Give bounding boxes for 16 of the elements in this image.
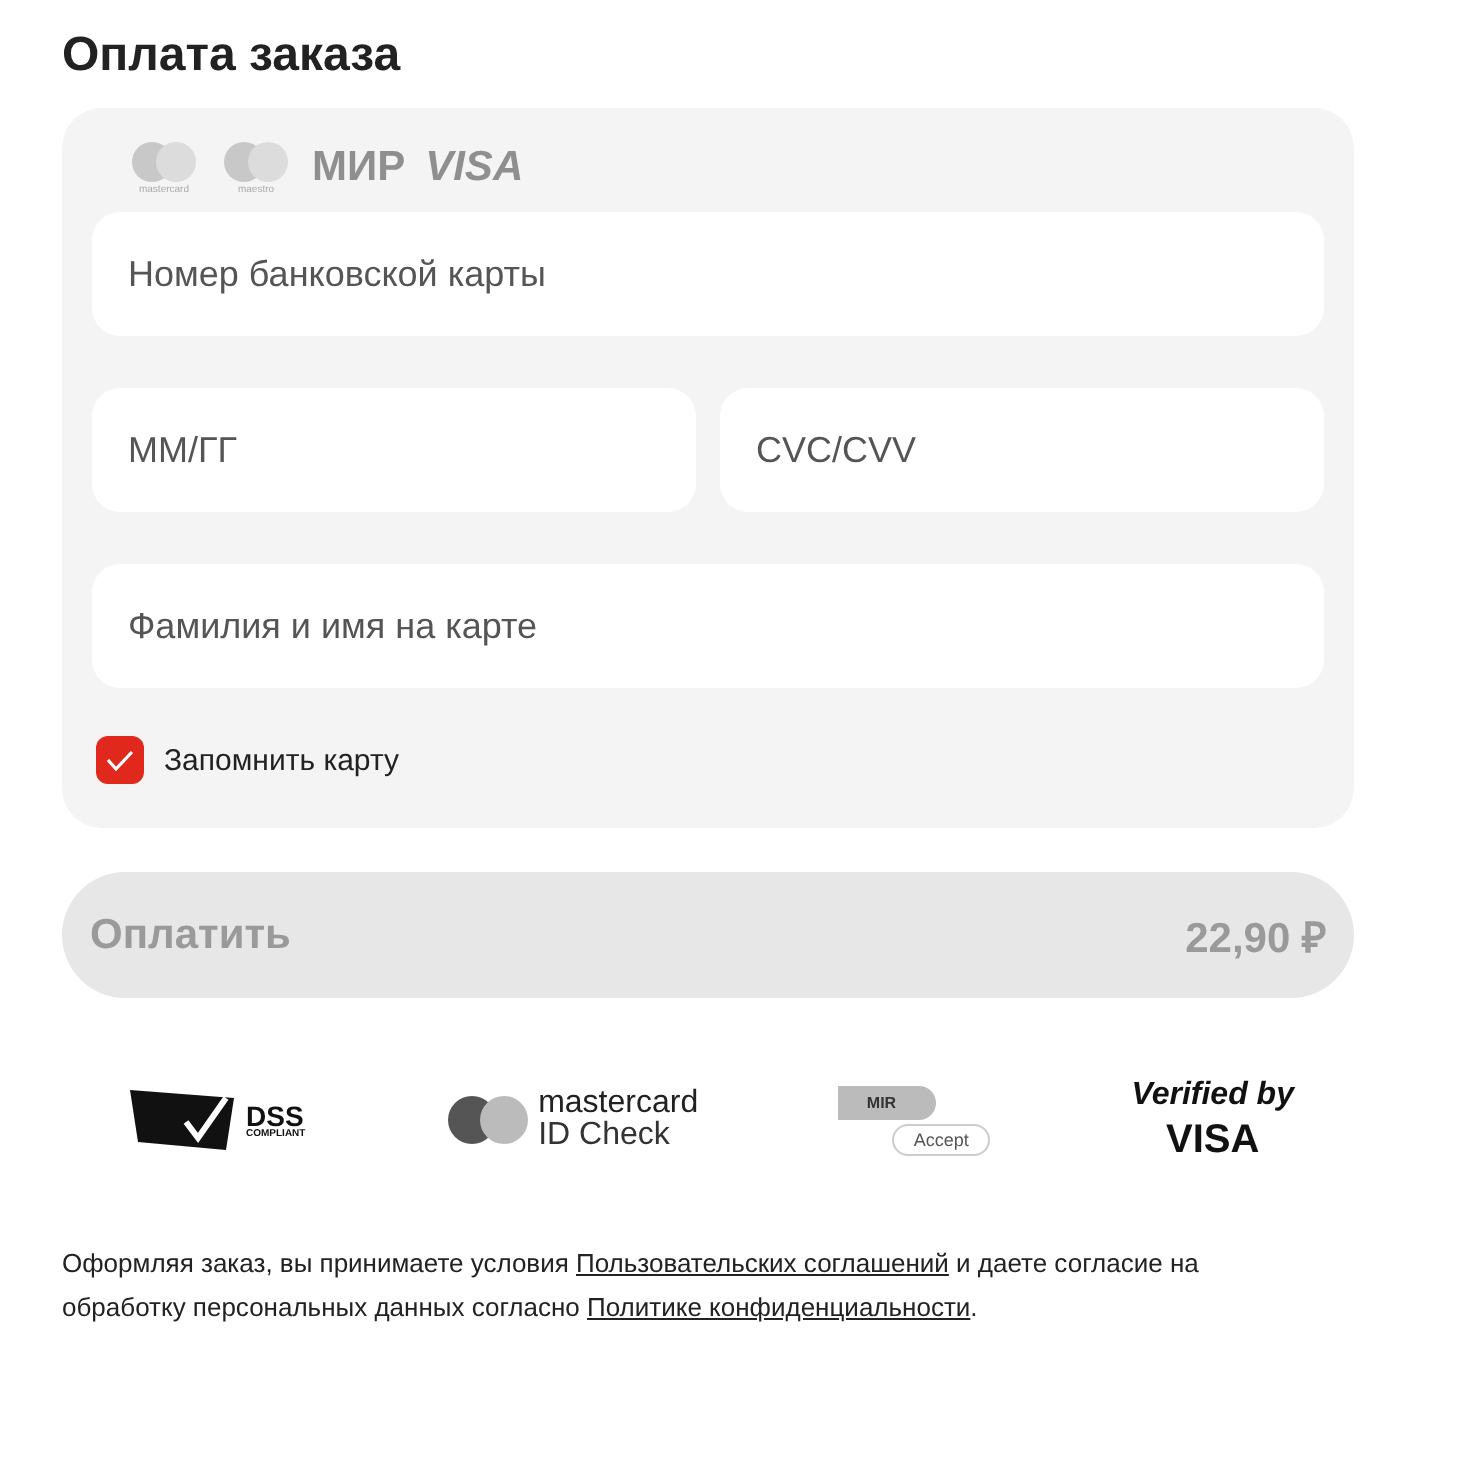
input-field[interactable]: Номер банковской карты bbox=[92, 212, 1324, 336]
page-title: Оплата заказа bbox=[62, 28, 403, 84]
card-logo: VISA bbox=[425, 144, 524, 192]
mastercard-id-check-logo: mastercard ID Check bbox=[446, 1088, 699, 1152]
card-logo: МИР bbox=[312, 144, 406, 192]
input-field[interactable]: CVC/CVV bbox=[720, 388, 1324, 512]
checkbox-label[interactable]: Запомнить карту bbox=[164, 743, 399, 777]
checkbox[interactable] bbox=[96, 736, 144, 784]
check-icon bbox=[106, 749, 134, 771]
terms-text: Оформляя заказ, вы принимаете условия Пользовательских соглашений и даете согласие на обработку персональных данных согласно Политике конфиденциальности. bbox=[62, 1246, 1201, 1326]
terms-link[interactable]: Пользовательских соглашений bbox=[576, 1248, 949, 1278]
input-field[interactable]: ММ/ГГ bbox=[92, 388, 696, 512]
input-field[interactable]: Фамилия и имя на карте bbox=[92, 564, 1324, 688]
terms-link[interactable]: Политике конфиденциальности bbox=[587, 1292, 971, 1322]
mir-accept-logo: MIR Accept bbox=[838, 1085, 991, 1155]
verified-by-visa-logo: Verified by VISA bbox=[1131, 1080, 1294, 1160]
